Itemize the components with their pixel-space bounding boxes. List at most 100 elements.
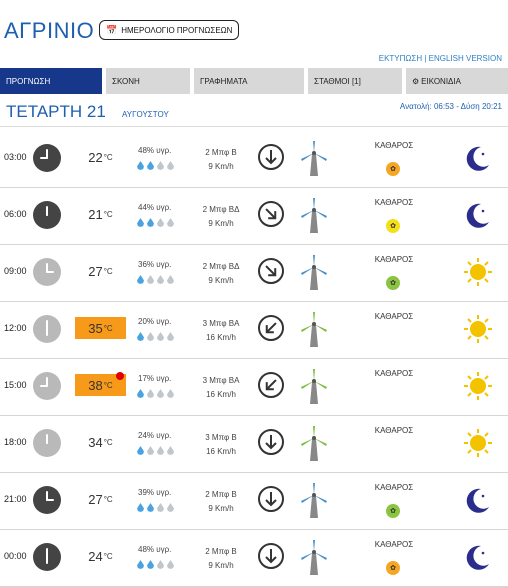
wind-info: 3 Μπφ ΒΑ 16 Km/h <box>196 374 246 402</box>
tab-stations[interactable]: ΣΤΑΘΜΟΙ [1] <box>308 68 402 94</box>
forecast-row: 09:00 27 °C 36% υγρ. 2 Μπφ ΒΔ 9 Km/h ΚΑΘ… <box>0 244 508 302</box>
clock-icon <box>33 429 61 457</box>
forecast-row: 15:00 38 °C 17% υγρ. 3 Μπφ ΒΑ 16 Km/h ΚΑ… <box>0 358 508 416</box>
wind-turbine-icon <box>301 540 327 575</box>
forecast-row: 12:00 35 °C 20% υγρ. 3 Μπφ ΒΑ 16 Km/h ΚΑ… <box>0 301 508 359</box>
raindrop-icon <box>147 218 154 227</box>
tab-bar: ΠΡΟΓΝΩΣΗ ΣΚΟΝΗ ΓΡΑΦΗΜΑΤΑ ΣΤΑΘΜΟΙ [1] ⚙ Ε… <box>0 68 508 94</box>
wind-direction-icon <box>258 144 284 170</box>
raindrop-icon <box>157 503 164 512</box>
temperature-value: 35 <box>88 320 103 336</box>
wind-speed: 16 Km/h <box>206 390 236 399</box>
english-version-link[interactable]: ENGLISH VERSION <box>429 54 502 63</box>
bee-icon: ✿ <box>390 280 396 287</box>
tab-charts[interactable]: ΓΡΑΦΗΜΑΤΑ <box>194 68 304 94</box>
humidity-drops <box>137 503 174 512</box>
wind-info: 2 Μπφ ΒΔ 9 Km/h <box>196 260 246 288</box>
wind-turbine-icon <box>301 141 327 176</box>
sky-condition: ΚΑΘΑΡΟΣ <box>374 483 414 492</box>
wind-direction-icon <box>258 315 284 341</box>
humidity-drops <box>137 389 174 398</box>
temperature-value: 34 <box>88 434 103 450</box>
tab-icons[interactable]: ⚙ ΕΙΚΟΝΙΔΙΑ <box>406 68 508 94</box>
forecast-time: 03:00 <box>4 152 27 162</box>
moon-icon <box>466 488 489 513</box>
wind-beaufort: 3 Μπφ ΒΑ <box>202 319 240 328</box>
sun-icon <box>464 372 492 400</box>
temperature-unit: °C <box>103 323 113 333</box>
clock-icon <box>33 144 61 172</box>
temperature-value: 27 <box>88 491 103 507</box>
forecast-time: 18:00 <box>4 437 27 447</box>
calendar-icon: 📅 <box>106 24 118 35</box>
raindrop-icon <box>137 446 144 455</box>
uv-badge: ✿ <box>386 276 400 290</box>
tab-icons-label: ΕΙΚΟΝΙΔΙΑ <box>421 76 461 86</box>
raindrop-icon <box>157 275 164 284</box>
tab-dust[interactable]: ΣΚΟΝΗ <box>106 68 190 94</box>
forecast-calendar-button[interactable]: 📅 ΗΜΕΡΟΛΟΓΙΟ ΠΡΟΓΝΩΣΕΩΝ <box>99 20 240 40</box>
wind-turbine-icon <box>301 312 327 347</box>
raindrop-icon <box>147 560 154 569</box>
raindrop-icon <box>137 161 144 170</box>
humidity: 44% υγρ. <box>138 203 172 212</box>
humidity-drops <box>137 218 174 227</box>
humidity-drops <box>137 275 174 284</box>
humidity: 48% υγρ. <box>138 146 172 155</box>
raindrop-icon <box>137 218 144 227</box>
uv-badge: ✿ <box>386 561 400 575</box>
clock-icon <box>33 372 61 400</box>
uv-badge: ✿ <box>386 219 400 233</box>
wind-speed: 9 Km/h <box>208 504 234 513</box>
temperature-unit: °C <box>103 551 113 561</box>
raindrop-icon <box>167 332 174 341</box>
bee-icon: ✿ <box>390 223 396 230</box>
wind-speed: 9 Km/h <box>208 561 234 570</box>
top-links: ΕΚΤΥΠΩΣΗ | ENGLISH VERSION <box>379 54 502 63</box>
tab-forecast[interactable]: ΠΡΟΓΝΩΣΗ <box>0 68 102 94</box>
temperature-unit: °C <box>103 209 113 219</box>
temperature-unit: °C <box>103 437 113 447</box>
wind-speed: 9 Km/h <box>208 219 234 228</box>
temperature-value: 22 <box>88 149 103 165</box>
wind-direction-icon <box>258 201 284 227</box>
wind-info: 3 Μπφ Β 16 Km/h <box>196 431 246 459</box>
wind-direction-icon <box>258 486 284 512</box>
raindrop-icon <box>137 560 144 569</box>
gear-icon: ⚙ <box>412 76 420 86</box>
humidity: 17% υγρ. <box>138 374 172 383</box>
sky-condition: ΚΑΘΑΡΟΣ <box>374 369 414 378</box>
temperature-unit: °C <box>103 266 113 276</box>
wind-info: 2 Μπφ Β 9 Km/h <box>196 488 246 516</box>
clock-icon <box>33 486 61 514</box>
clock-icon <box>33 315 61 343</box>
moon-icon <box>466 545 489 570</box>
raindrop-icon <box>167 446 174 455</box>
temperature-value: 24 <box>88 548 103 564</box>
wind-direction-icon <box>258 258 284 284</box>
forecast-time: 06:00 <box>4 209 27 219</box>
raindrop-icon <box>167 389 174 398</box>
temperature-value: 27 <box>88 263 103 279</box>
wind-speed: 16 Km/h <box>206 333 236 342</box>
forecast-row: 03:00 22 °C 48% υγρ. 2 Μπφ Β 9 Km/h ΚΑΘΑ… <box>0 130 508 188</box>
moon-icon <box>466 146 489 171</box>
wind-speed: 16 Km/h <box>206 447 236 456</box>
raindrop-icon <box>137 389 144 398</box>
print-link[interactable]: ΕΚΤΥΠΩΣΗ <box>379 54 422 63</box>
calendar-button-label: ΗΜΕΡΟΛΟΓΙΟ ΠΡΟΓΝΩΣΕΩΝ <box>121 25 233 35</box>
wind-direction-icon <box>258 543 284 569</box>
wind-beaufort: 2 Μπφ ΒΔ <box>202 205 240 214</box>
humidity: 48% υγρ. <box>138 545 172 554</box>
wind-turbine-icon <box>301 255 327 290</box>
raindrop-icon <box>137 332 144 341</box>
raindrop-icon <box>147 446 154 455</box>
moon-icon <box>466 203 489 228</box>
raindrop-icon <box>147 332 154 341</box>
wind-speed: 9 Km/h <box>208 162 234 171</box>
wind-speed: 9 Km/h <box>208 276 234 285</box>
sky-condition: ΚΑΘΑΡΟΣ <box>374 141 414 150</box>
forecast-time: 00:00 <box>4 551 27 561</box>
temperature: 34 °C <box>75 431 126 453</box>
raindrop-icon <box>167 560 174 569</box>
